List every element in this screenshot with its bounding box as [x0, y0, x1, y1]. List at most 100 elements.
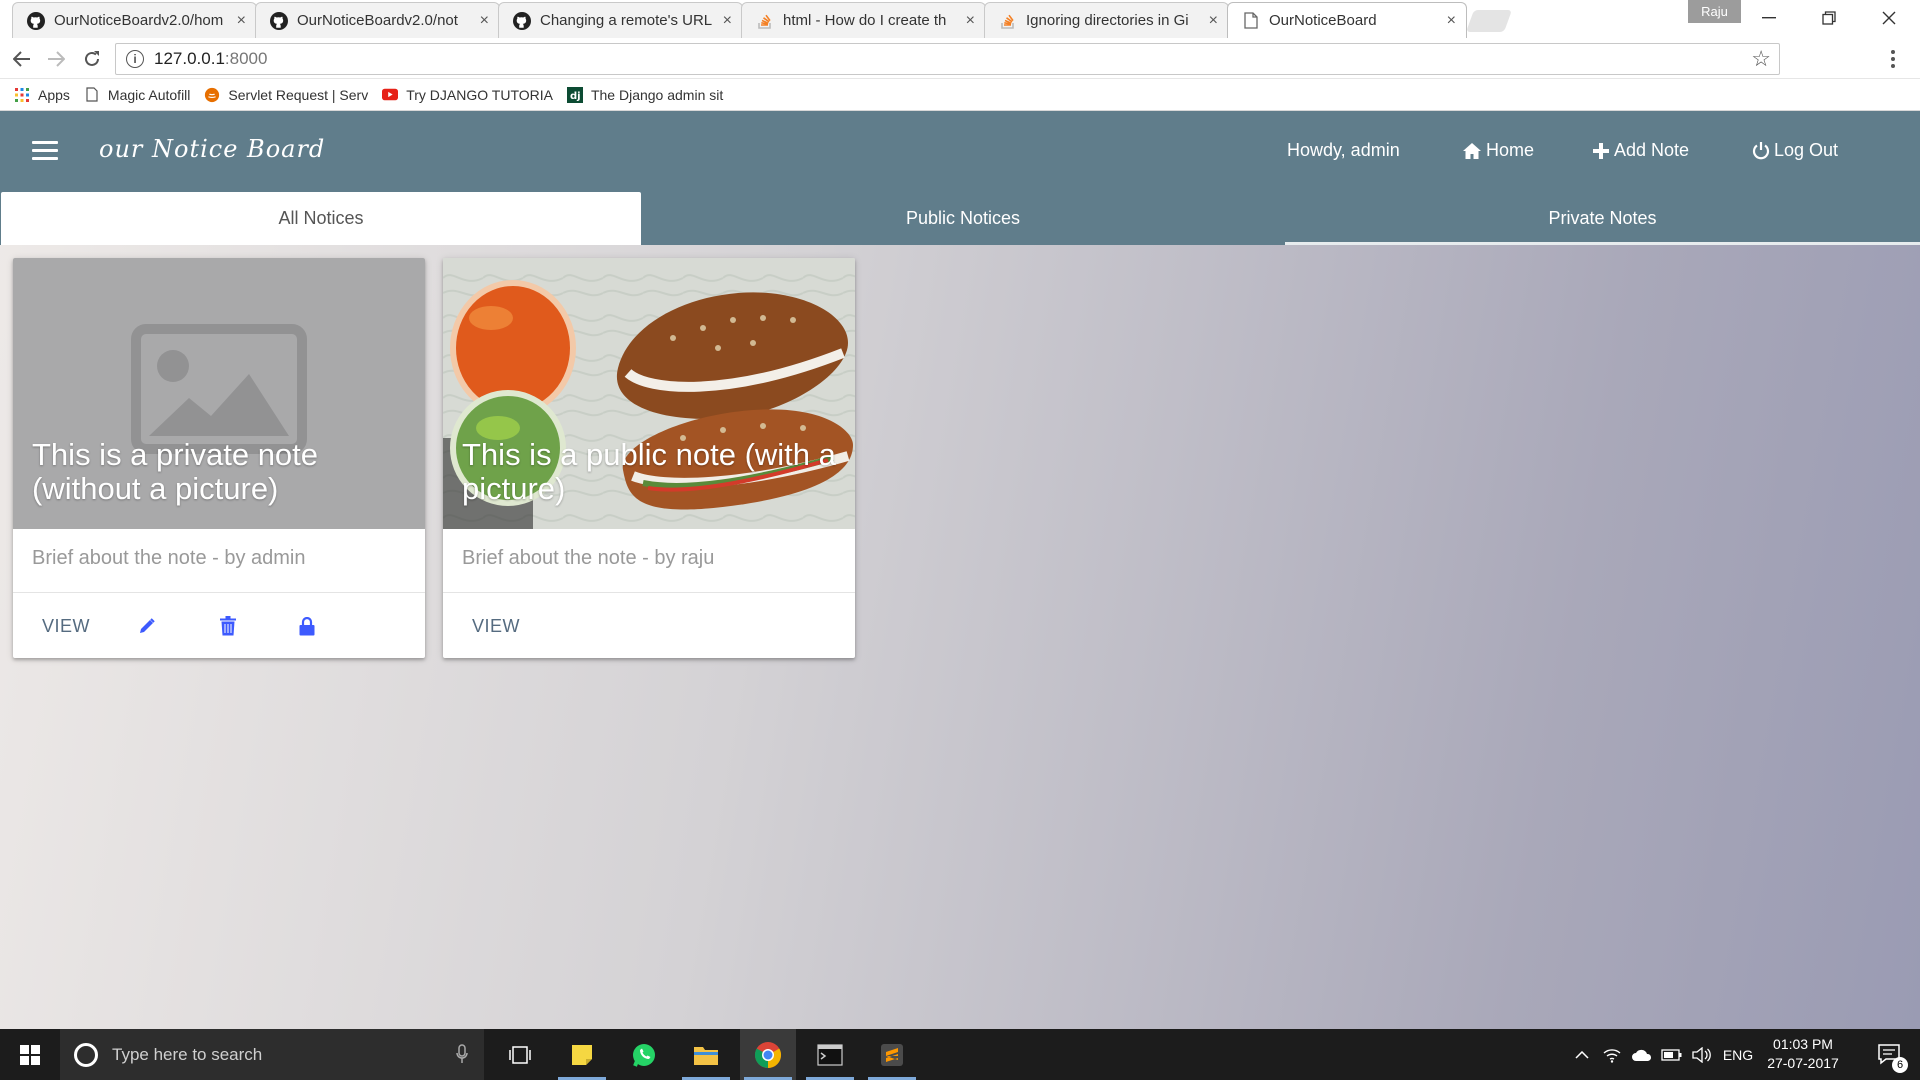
- tab-public-notices[interactable]: Public Notices: [643, 192, 1283, 245]
- card-title[interactable]: This is a private note (without a pictur…: [32, 438, 422, 506]
- brand-logo[interactable]: our Notice Board: [99, 135, 325, 163]
- food-photo: This is a public note (with a picture): [443, 258, 855, 529]
- menu-icon[interactable]: [32, 141, 58, 161]
- browser-tab-5[interactable]: Ignoring directories in Gi ×: [984, 2, 1229, 38]
- card-actions: VIEW: [13, 594, 425, 658]
- power-icon: [1752, 141, 1770, 160]
- cortana-icon: [74, 1042, 98, 1067]
- card-brief: Brief about the note - by raju: [443, 529, 855, 593]
- restore-icon[interactable]: [1806, 2, 1852, 34]
- browser-tab-3[interactable]: Changing a remote's URL ×: [498, 2, 743, 38]
- greeting-text: Howdy, admin: [1287, 140, 1400, 160]
- nav-logout-link[interactable]: Log Out: [1752, 140, 1838, 161]
- notice-tabs: All Notices Public Notices Private Notes: [0, 192, 1920, 245]
- django-icon: dj: [566, 86, 583, 103]
- chrome-icon[interactable]: [740, 1029, 796, 1080]
- bookmark-label: Apps: [38, 86, 70, 103]
- page-icon: [1242, 12, 1260, 30]
- reload-icon[interactable]: [78, 45, 106, 73]
- tab-title: OurNoticeBoardv2.0/not: [297, 12, 458, 29]
- whatsapp-icon[interactable]: [616, 1029, 672, 1080]
- bookmark-servlet-request[interactable]: Servlet Request | Serv: [204, 87, 368, 103]
- close-icon[interactable]: ×: [966, 12, 975, 30]
- image-placeholder-icon: [131, 324, 307, 454]
- tab-title: OurNoticeBoard: [1269, 12, 1377, 29]
- notification-count: 6: [1892, 1057, 1908, 1073]
- bookmark-django-tutorial[interactable]: Try DJANGO TUTORIA: [382, 87, 553, 103]
- close-icon[interactable]: ×: [1447, 12, 1456, 30]
- bookmark-label: The Django admin sit: [590, 86, 724, 103]
- terminal-icon[interactable]: [802, 1029, 858, 1080]
- tab-title: Ignoring directories in Gi: [1026, 12, 1189, 29]
- clock-time: 01:03 PM: [1773, 1036, 1833, 1052]
- tab-all-notices[interactable]: All Notices: [1, 192, 641, 245]
- bookmark-magic-autofill[interactable]: Magic Autofill: [84, 87, 190, 103]
- windows-taskbar: Type here to search ENG 01:03 PM 27-07-2…: [0, 1029, 1920, 1080]
- nav-home-label: Home: [1486, 140, 1535, 160]
- browser-tab-1[interactable]: OurNoticeBoardv2.0/hom ×: [12, 2, 257, 38]
- volume-icon[interactable]: [1688, 1029, 1716, 1080]
- sublime-text-icon[interactable]: [864, 1029, 920, 1080]
- bookmark-label: Try DJANGO TUTORIA: [406, 86, 553, 103]
- bookmark-django-admin[interactable]: dj The Django admin sit: [566, 86, 724, 103]
- browser-tab-active[interactable]: OurNoticeBoard ×: [1227, 2, 1467, 38]
- close-icon[interactable]: ×: [723, 12, 732, 30]
- close-icon[interactable]: ×: [480, 12, 489, 30]
- chevron-up-icon[interactable]: [1568, 1029, 1596, 1080]
- url-bar[interactable]: i 127.0.0.1:8000 ☆: [115, 43, 1780, 75]
- minimize-icon[interactable]: [1746, 2, 1792, 34]
- browser-tab-strip: OurNoticeBoardv2.0/hom × OurNoticeBoardv…: [0, 0, 1920, 39]
- delete-icon[interactable]: [218, 616, 238, 636]
- bookmark-apps[interactable]: Apps: [14, 87, 70, 103]
- profile-button[interactable]: Raju: [1688, 0, 1741, 23]
- url-text: 127.0.0.1:8000: [154, 49, 267, 69]
- info-icon[interactable]: i: [126, 50, 144, 68]
- file-explorer-icon[interactable]: [678, 1029, 734, 1080]
- browser-tab-2[interactable]: OurNoticeBoardv2.0/not ×: [255, 2, 500, 38]
- page-icon: [84, 87, 100, 103]
- bookmarks-bar: Apps Magic Autofill Servlet Request | Se…: [0, 79, 1920, 111]
- address-toolbar: i 127.0.0.1:8000 ☆: [0, 39, 1920, 79]
- stackoverflow-icon: [999, 12, 1017, 30]
- new-tab-button[interactable]: [1465, 10, 1513, 32]
- lock-icon[interactable]: [297, 616, 317, 636]
- view-button[interactable]: VIEW: [472, 616, 520, 637]
- close-icon[interactable]: ×: [237, 12, 246, 30]
- edit-icon[interactable]: [137, 616, 157, 636]
- back-arrow-icon[interactable]: [8, 45, 36, 73]
- bookmark-star-icon[interactable]: ☆: [1751, 46, 1771, 72]
- wifi-icon[interactable]: [1598, 1029, 1626, 1080]
- card-actions: VIEW: [443, 594, 855, 658]
- apps-grid-icon: [14, 87, 30, 103]
- view-button[interactable]: VIEW: [42, 616, 90, 637]
- sticky-notes-icon[interactable]: [554, 1029, 610, 1080]
- nav-home-link[interactable]: Home: [1462, 140, 1534, 161]
- battery-icon[interactable]: [1658, 1029, 1686, 1080]
- windows-start-icon[interactable]: [0, 1029, 60, 1080]
- browser-tab-4[interactable]: html - How do I create th ×: [741, 2, 986, 38]
- nav-add-note-link[interactable]: Add Note: [1592, 140, 1689, 161]
- tab-title: Changing a remote's URL: [540, 12, 713, 29]
- url-host: 127.0.0.1: [154, 49, 225, 68]
- bookmark-label: Magic Autofill: [107, 86, 191, 103]
- clock[interactable]: 01:03 PM 27-07-2017: [1758, 1035, 1848, 1073]
- taskbar-search-input[interactable]: Type here to search: [60, 1029, 484, 1080]
- close-icon[interactable]: ×: [1209, 12, 1218, 30]
- language-indicator[interactable]: ENG: [1718, 1029, 1758, 1080]
- action-center-icon[interactable]: 6: [1862, 1029, 1918, 1080]
- forward-arrow-icon[interactable]: [42, 45, 70, 73]
- chrome-menu-icon[interactable]: [1890, 49, 1898, 69]
- onedrive-icon[interactable]: [1628, 1029, 1656, 1080]
- tab-title: html - How do I create th: [783, 12, 947, 29]
- tab-private-notes[interactable]: Private Notes: [1285, 192, 1920, 245]
- tab-title: OurNoticeBoardv2.0/hom: [54, 12, 224, 29]
- window-close-icon[interactable]: [1866, 2, 1912, 34]
- placeholder-image: This is a private note (without a pictur…: [13, 258, 425, 529]
- card-title[interactable]: This is a public note (with a picture): [462, 438, 852, 506]
- plus-icon: [1592, 142, 1610, 160]
- task-view-icon[interactable]: [492, 1029, 548, 1080]
- card-brief: Brief about the note - by admin: [13, 529, 425, 593]
- clock-date: 27-07-2017: [1767, 1055, 1839, 1071]
- microphone-icon[interactable]: [456, 1044, 468, 1064]
- github-icon: [27, 11, 45, 30]
